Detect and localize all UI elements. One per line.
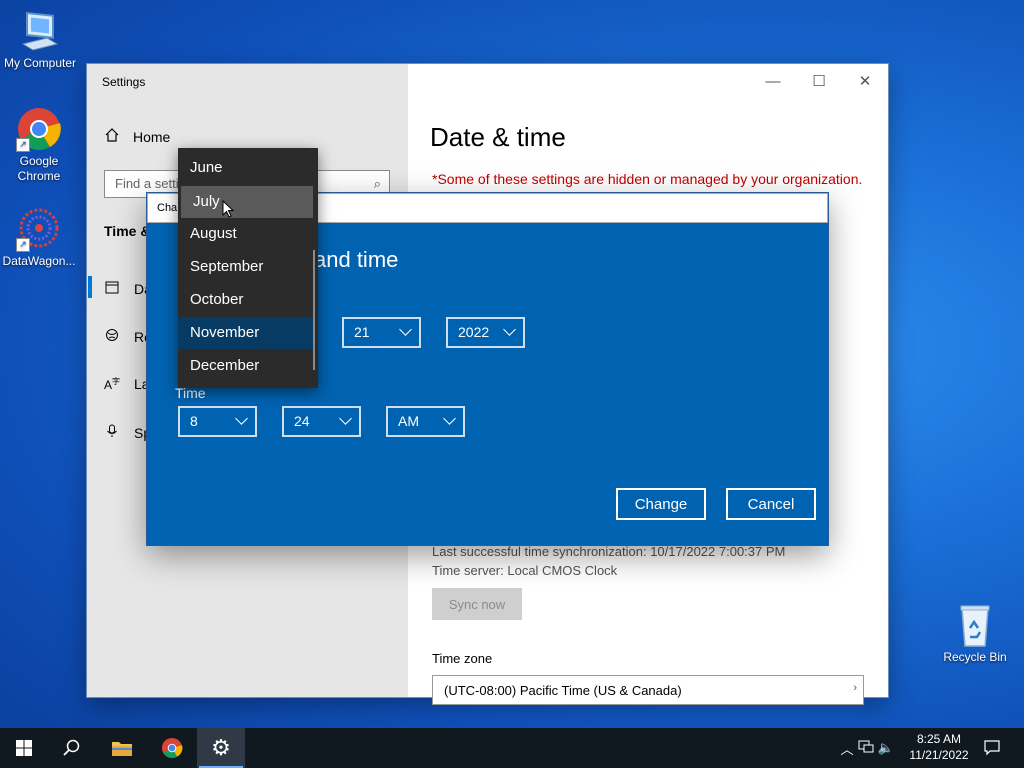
chevron-down-icon [339, 412, 352, 425]
chevron-up-icon[interactable]: ︿ [838, 739, 856, 758]
minute-select[interactable]: 24 [282, 406, 361, 437]
ampm-select[interactable]: AM [386, 406, 465, 437]
volume-icon[interactable]: 🔈 [876, 740, 896, 756]
desktop-icon-label: My Computer [3, 56, 77, 70]
gear-icon: ⚙ [211, 735, 231, 760]
window-controls: — ☐ ✕ [750, 64, 888, 98]
window-title: Settings [102, 75, 146, 89]
day-value: 21 [354, 324, 370, 340]
microphone-icon [104, 424, 120, 441]
month-option-hovered[interactable]: July [181, 186, 313, 218]
hour-select[interactable]: 8 [178, 406, 257, 437]
home-icon [105, 128, 119, 145]
network-icon[interactable] [856, 740, 876, 757]
maximize-button[interactable]: ☐ [796, 64, 842, 98]
desktop-icon-label: Recycle Bin [943, 650, 1007, 664]
clock-date: 11/21/2022 [909, 748, 969, 762]
month-option[interactable]: August [178, 218, 313, 250]
windows-icon [16, 740, 32, 756]
region-icon [104, 328, 120, 345]
chevron-down-icon [235, 412, 248, 425]
time-zone-label: Time zone [432, 651, 493, 666]
search-button[interactable] [48, 728, 96, 768]
cancel-button[interactable]: Cancel [726, 488, 816, 520]
search-icon: ⌕ [373, 176, 381, 191]
computer-icon [17, 8, 63, 54]
recycle-bin-icon [952, 602, 998, 648]
change-button[interactable]: Change [616, 488, 706, 520]
shortcut-arrow-icon: ↗ [16, 138, 30, 152]
dropdown-scrollbar[interactable] [313, 250, 315, 370]
taskbar: ⚙ ︿ 🔈 8:25 AM 11/21/2022 [0, 728, 1024, 768]
chrome-taskbar-button[interactable] [148, 728, 196, 768]
month-option[interactable]: September [178, 251, 313, 283]
time-zone-select[interactable]: (UTC-08:00) Pacific Time (US & Canada) › [432, 675, 864, 705]
find-placeholder: Find a setti [115, 176, 179, 191]
desktop-icon-label: Google Chrome [17, 154, 61, 183]
last-sync-text: Last successful time synchronization: 10… [432, 544, 786, 559]
start-button[interactable] [0, 728, 48, 768]
search-icon [63, 739, 80, 756]
language-icon: A字 [104, 377, 121, 392]
chrome-icon: ↗ [16, 106, 62, 152]
managed-notice: *Some of these settings are hidden or ma… [432, 171, 863, 187]
shortcut-arrow-icon: ↗ [16, 238, 30, 252]
year-select[interactable]: 2022 [446, 317, 525, 348]
notifications-button[interactable] [968, 728, 1016, 768]
sync-now-button[interactable]: Sync now [432, 588, 522, 620]
sidebar-item-label: Home [133, 128, 171, 145]
dialog-heading: and time [314, 247, 399, 272]
time-zone-value: (UTC-08:00) Pacific Time (US & Canada) [444, 683, 682, 698]
selected-indicator [88, 276, 92, 298]
month-option[interactable]: December [178, 350, 313, 382]
datawagon-desktop-icon[interactable]: ↗ DataWagon... [0, 206, 79, 269]
year-value: 2022 [458, 324, 490, 340]
taskbar-clock[interactable]: 8:25 AM 11/21/2022 [904, 731, 974, 763]
chrome-icon [161, 737, 183, 759]
month-option[interactable]: October [178, 284, 313, 316]
chevron-down-icon: › [853, 682, 857, 694]
hour-value: 8 [190, 413, 198, 429]
sidebar-item-home[interactable]: Home [105, 128, 170, 145]
day-select[interactable]: 21 [342, 317, 421, 348]
section-heading: Time & [104, 223, 151, 239]
sidebar-item-speech[interactable]: Sp [104, 424, 151, 441]
file-explorer-button[interactable] [98, 728, 146, 768]
datawagon-icon: ↗ [16, 206, 62, 252]
close-button[interactable]: ✕ [842, 64, 888, 98]
chevron-down-icon [399, 323, 412, 336]
google-chrome-desktop-icon[interactable]: ↗ Google Chrome [0, 106, 79, 184]
sidebar-item-date-time[interactable]: Da [104, 280, 152, 297]
ampm-value: AM [398, 413, 419, 429]
month-option-selected[interactable]: November [178, 317, 313, 349]
notification-icon [984, 740, 1000, 756]
settings-taskbar-button[interactable]: ⚙ [197, 728, 245, 768]
system-tray: ︿ 🔈 [838, 728, 896, 768]
minimize-button[interactable]: — [750, 64, 796, 98]
sidebar-item-language[interactable]: A字 La [104, 376, 150, 392]
sidebar-item-region[interactable]: Re [104, 328, 152, 345]
minute-value: 24 [294, 413, 310, 429]
time-server-text: Time server: Local CMOS Clock [432, 563, 618, 578]
chevron-down-icon [503, 323, 516, 336]
folder-icon [112, 742, 132, 756]
desktop-icon-label: DataWagon... [2, 254, 76, 268]
page-title: Date & time [430, 122, 566, 152]
month-dropdown-list: June July August September October Novem… [178, 148, 318, 388]
my-computer-desktop-icon[interactable]: My Computer [0, 8, 80, 71]
clock-time: 8:25 AM [916, 732, 962, 746]
chevron-down-icon [443, 412, 456, 425]
date-time-icon [104, 280, 120, 297]
recycle-bin-desktop-icon[interactable]: Recycle Bin [935, 602, 1015, 665]
month-option[interactable]: June [178, 152, 313, 184]
